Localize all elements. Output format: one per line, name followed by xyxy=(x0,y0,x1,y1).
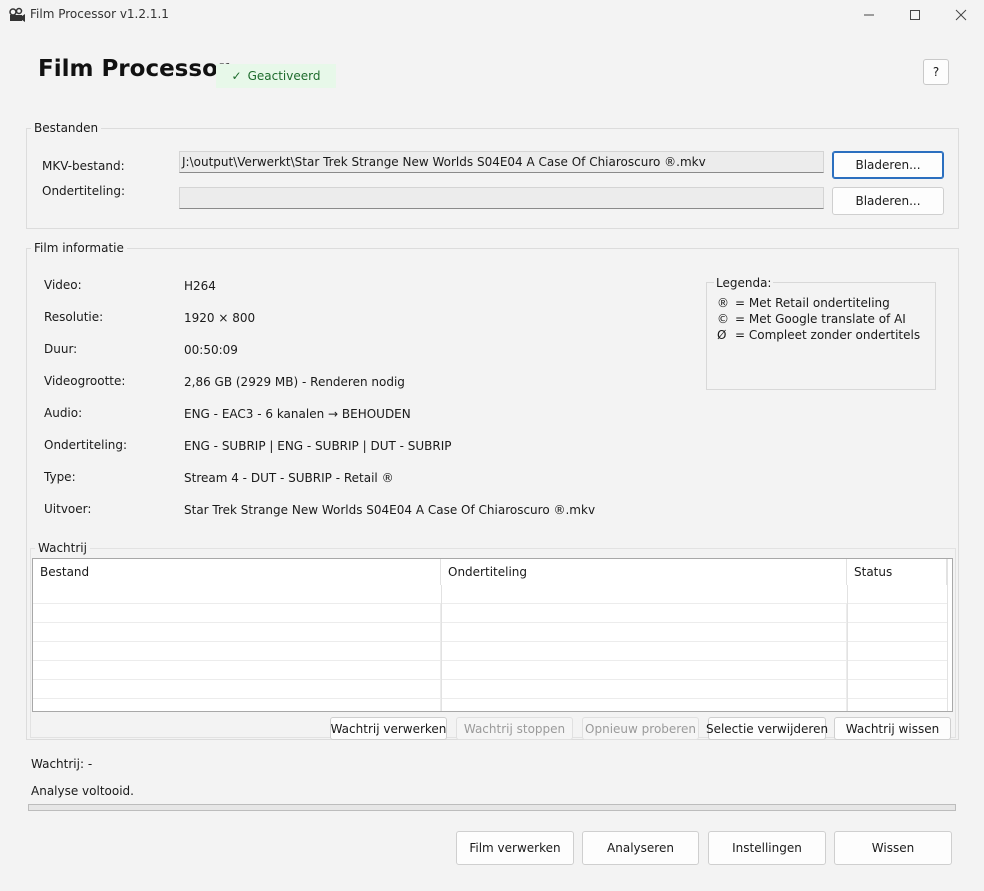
settings-button[interactable]: Instellingen xyxy=(708,831,826,865)
film-info-group-label: Film informatie xyxy=(31,241,127,255)
mkv-label: MKV-bestand: xyxy=(42,159,125,173)
app-title: Film Processor xyxy=(38,56,230,82)
title-bar: Film Processor v1.2.1.1 xyxy=(0,0,984,30)
subtitle-label: Ondertiteling: xyxy=(42,184,126,198)
legend-text: = Met Google translate of AI xyxy=(735,312,906,326)
clear-queue-button[interactable]: Wachtrij wissen xyxy=(834,717,951,740)
info-label-duration: Duur: xyxy=(44,342,78,356)
info-value-subtitles: ENG - SUBRIP | ENG - SUBRIP | DUT - SUBR… xyxy=(184,439,452,453)
mkv-file-field[interactable]: J:\output\Verwerkt\Star Trek Strange New… xyxy=(179,151,824,173)
film-projector-icon xyxy=(8,6,26,24)
table-row[interactable] xyxy=(33,641,947,661)
info-value-audio: ENG - EAC3 - 6 kanalen → BEHOUDEN xyxy=(184,407,411,421)
column-header-file[interactable]: Bestand xyxy=(33,559,441,585)
legend-box: Legenda: ® = Met Retail ondertiteling © = … xyxy=(706,276,936,390)
info-value-type: Stream 4 - DUT - SUBRIP - Retail ® xyxy=(184,471,394,485)
retry-button[interactable]: Opnieuw proberen xyxy=(582,717,699,740)
info-value-resolution: 1920 × 800 xyxy=(184,311,256,325)
files-group-label: Bestanden xyxy=(31,121,102,135)
table-row[interactable] xyxy=(33,603,947,623)
browse-subtitle-button[interactable]: Bladeren... xyxy=(832,187,944,215)
table-row[interactable] xyxy=(33,698,947,711)
status-message: Analyse voltooid. xyxy=(31,784,134,798)
column-header-status[interactable]: Status xyxy=(847,559,947,585)
analyze-button[interactable]: Analyseren xyxy=(582,831,699,865)
legend-item-retail: ® = Met Retail ondertiteling xyxy=(717,296,890,310)
column-divider xyxy=(947,559,948,711)
close-button[interactable] xyxy=(938,0,984,30)
info-value-video: H264 xyxy=(184,279,216,293)
badge-label: Geactiveerd xyxy=(247,69,321,83)
legend-text: = Met Retail ondertiteling xyxy=(735,296,890,310)
legend-item-complete: Ø = Compleet zonder ondertitels xyxy=(717,328,920,342)
help-button[interactable]: ? xyxy=(923,59,949,85)
info-label-subtitles: Ondertiteling: xyxy=(44,438,128,452)
info-label-video: Video: xyxy=(44,278,82,292)
check-icon: ✓ xyxy=(231,69,242,83)
table-row[interactable] xyxy=(33,660,947,680)
queue-status-text: Wachtrij: - xyxy=(31,757,93,771)
queue-group-label: Wachtrij xyxy=(35,541,90,555)
process-queue-button[interactable]: Wachtrij verwerken xyxy=(330,717,447,740)
column-divider xyxy=(441,585,442,711)
stop-queue-button[interactable]: Wachtrij stoppen xyxy=(456,717,573,740)
legend-text: = Compleet zonder ondertitels xyxy=(735,328,921,342)
close-icon xyxy=(955,9,967,21)
table-row[interactable] xyxy=(33,679,947,699)
copyright-icon: © xyxy=(717,312,729,326)
legend-item-google: © = Met Google translate of AI xyxy=(717,312,906,326)
minimize-icon xyxy=(864,14,874,16)
browse-mkv-button[interactable]: Bladeren... xyxy=(832,151,944,179)
info-label-resolution: Resolutie: xyxy=(44,310,104,324)
maximize-icon xyxy=(910,10,920,20)
column-header-subtitle[interactable]: Ondertiteling xyxy=(441,559,847,585)
info-label-video-size: Videogrootte: xyxy=(44,374,126,388)
table-row[interactable] xyxy=(33,622,947,642)
activation-badge: ✓ Geactiveerd xyxy=(216,64,336,88)
window-title: Film Processor v1.2.1.1 xyxy=(30,7,169,21)
process-film-button[interactable]: Film verwerken xyxy=(456,831,574,865)
empty-set-icon: Ø xyxy=(717,328,727,342)
info-value-video-size: 2,86 GB (2929 MB) - Renderen nodig xyxy=(184,375,405,389)
files-group xyxy=(26,128,959,229)
queue-table[interactable]: Bestand Ondertiteling Status xyxy=(32,558,953,712)
column-divider xyxy=(847,585,848,711)
info-label-output: Uitvoer: xyxy=(44,502,92,516)
info-value-duration: 00:50:09 xyxy=(184,343,238,357)
info-label-type: Type: xyxy=(44,470,76,484)
progress-bar xyxy=(28,804,956,811)
minimize-button[interactable] xyxy=(846,0,892,30)
info-value-output: Star Trek Strange New Worlds S04E04 A Ca… xyxy=(184,503,596,517)
info-label-audio: Audio: xyxy=(44,406,83,420)
subtitle-file-field[interactable] xyxy=(179,187,824,209)
legend-title: Legenda: xyxy=(714,276,774,290)
registered-icon: ® xyxy=(717,296,729,310)
remove-selection-button[interactable]: Selectie verwijderen xyxy=(706,717,828,740)
clear-button[interactable]: Wissen xyxy=(834,831,952,865)
maximize-button[interactable] xyxy=(892,0,938,30)
